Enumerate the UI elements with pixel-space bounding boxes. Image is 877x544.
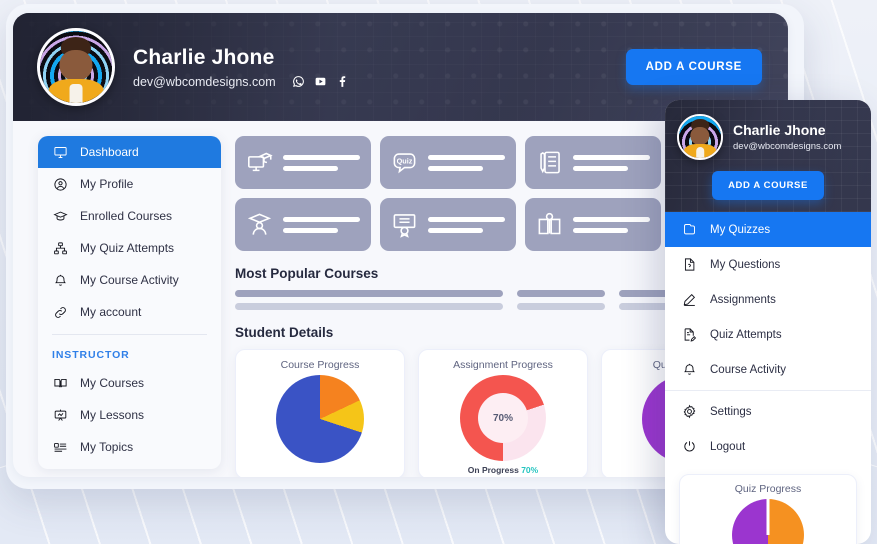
avatar [37, 28, 115, 106]
profile-name: Charlie Jhone [133, 45, 275, 69]
gauge-caption: On Progress 70% [419, 465, 587, 475]
sidebar-item-my-topics[interactable]: My Topics [38, 431, 221, 463]
sidebar-item-my-account[interactable]: My account [38, 296, 221, 328]
sidebar-item-enrolled-courses[interactable]: Enrolled Courses [38, 200, 221, 232]
add-a-course-button[interactable]: ADD A COURSE [625, 49, 762, 85]
sidebar-item-dashboard[interactable]: Dashboard [38, 136, 221, 168]
question-doc-icon [681, 257, 697, 273]
checklist-icon [536, 149, 563, 176]
profile-email: dev@wbcomdesigns.com [133, 74, 276, 89]
bell-icon [52, 272, 68, 288]
floating-item-label: Quiz Attempts [710, 328, 782, 341]
youtube-icon[interactable] [314, 75, 327, 88]
stat-card[interactable] [525, 136, 661, 189]
floating-panel-divider [665, 390, 871, 391]
sidebar-item-my-quiz-attempts[interactable]: My Quiz Attempts [38, 232, 221, 264]
floating-item-assignments[interactable]: Assignments [665, 282, 871, 317]
chart-title: Quiz Progress [734, 483, 802, 495]
facebook-icon[interactable] [336, 75, 349, 88]
list-detail-icon [52, 439, 68, 455]
floating-item-my-questions[interactable]: My Questions [665, 247, 871, 282]
profile-text-block: Charlie Jhone dev@wbcomdesigns.com [133, 46, 626, 89]
sitemap-icon [52, 240, 68, 256]
monitor-icon [52, 144, 68, 160]
chart-title: Assignment Progress [453, 359, 553, 371]
floating-item-label: Logout [710, 440, 746, 453]
stat-card[interactable]: Quiz [380, 136, 516, 189]
stat-card[interactable] [525, 198, 661, 251]
pencil-icon [681, 292, 697, 308]
sidebar-item-label: My Topics [80, 440, 134, 454]
sidebar-item-label: My Profile [80, 177, 134, 191]
sidebar-item-my-courses[interactable]: My Courses [38, 367, 221, 399]
sidebar-item-my-course-activity[interactable]: My Course Activity [38, 264, 221, 296]
course-progress-card: Course Progress [235, 349, 405, 477]
sidebar-item-my-lessons[interactable]: My Lessons [38, 399, 221, 431]
social-links [292, 75, 349, 88]
stat-card[interactable] [235, 198, 371, 251]
gauge-caption-label: On Progress [467, 465, 519, 475]
link-icon [52, 304, 68, 320]
sidebar-instructor-nav: My Courses My Lessons My Topics [38, 367, 221, 463]
floating-panel-name: Charlie Jhone [733, 122, 826, 138]
award-certificate-icon [391, 211, 418, 238]
floating-item-label: Assignments [710, 293, 776, 306]
sidebar-section-title-instructor: INSTRUCTOR [52, 349, 130, 361]
sidebar-item-label: Enrolled Courses [80, 209, 173, 223]
book-idea-icon [536, 211, 563, 238]
open-book-icon [52, 375, 68, 391]
floating-item-label: Settings [710, 405, 752, 418]
stat-card[interactable] [235, 136, 371, 189]
sidebar-divider [52, 334, 207, 335]
quiz-shape-icon [681, 222, 697, 238]
floating-user-menu-panel: Charlie Jhone dev@wbcomdesigns.com ADD A… [665, 100, 871, 544]
user-circle-icon [52, 176, 68, 192]
graduation-cap-icon [52, 208, 68, 224]
stat-card[interactable] [380, 198, 516, 251]
sidebar-item-my-profile[interactable]: My Profile [38, 168, 221, 200]
floating-quiz-progress-card: Quiz Progress [679, 474, 857, 544]
presentation-icon [52, 407, 68, 423]
avatar [677, 114, 723, 160]
assignment-progress-card: Assignment Progress 70% On Progress 70% [418, 349, 588, 477]
sidebar-item-label: Dashboard [80, 145, 139, 159]
sidebar-item-label: My account [80, 305, 142, 319]
floating-panel-nav: My Quizzes My Questions Assignments Quiz… [665, 212, 871, 464]
whatsapp-icon[interactable] [292, 75, 305, 88]
power-icon [681, 439, 697, 455]
student-icon [246, 211, 273, 238]
sidebar-item-label: My Course Activity [80, 273, 179, 287]
bell-icon [681, 362, 697, 378]
floating-item-quiz-attempts[interactable]: Quiz Attempts [665, 317, 871, 352]
sidebar-item-label: My Quiz Attempts [80, 241, 175, 255]
floating-item-settings[interactable]: Settings [665, 394, 871, 429]
gear-icon [681, 404, 697, 420]
svg-text:Quiz: Quiz [397, 157, 413, 166]
floating-item-label: My Questions [710, 258, 781, 271]
doc-edit-icon [681, 327, 697, 343]
online-course-icon [246, 149, 273, 176]
chart-title: Course Progress [280, 359, 360, 371]
floating-item-logout[interactable]: Logout [665, 429, 871, 464]
assignment-progress-gauge: 70% [460, 375, 546, 461]
floating-item-my-quizzes[interactable]: My Quizzes [665, 212, 871, 247]
sidebar-item-label: My Courses [80, 376, 145, 390]
floating-item-label: My Quizzes [710, 223, 771, 236]
sidebar-primary-nav: Dashboard My Profile Enrolled Courses My… [38, 136, 221, 328]
floating-panel-email: dev@wbcomdesigns.com [733, 141, 842, 152]
course-progress-pie-chart [276, 375, 364, 463]
gauge-center-value: 70% [478, 393, 528, 443]
sidebar-item-label: My Lessons [80, 408, 145, 422]
floating-panel-cover: Charlie Jhone dev@wbcomdesigns.com ADD A… [665, 100, 871, 212]
floating-quiz-progress-pie-chart [732, 499, 804, 544]
floating-add-a-course-button[interactable]: ADD A COURSE [712, 171, 824, 200]
sidebar: Dashboard My Profile Enrolled Courses My… [38, 136, 221, 469]
floating-item-course-activity[interactable]: Course Activity [665, 352, 871, 387]
gauge-caption-value: 70% [521, 465, 539, 475]
quiz-bubble-icon: Quiz [391, 149, 418, 176]
floating-item-label: Course Activity [710, 363, 787, 376]
